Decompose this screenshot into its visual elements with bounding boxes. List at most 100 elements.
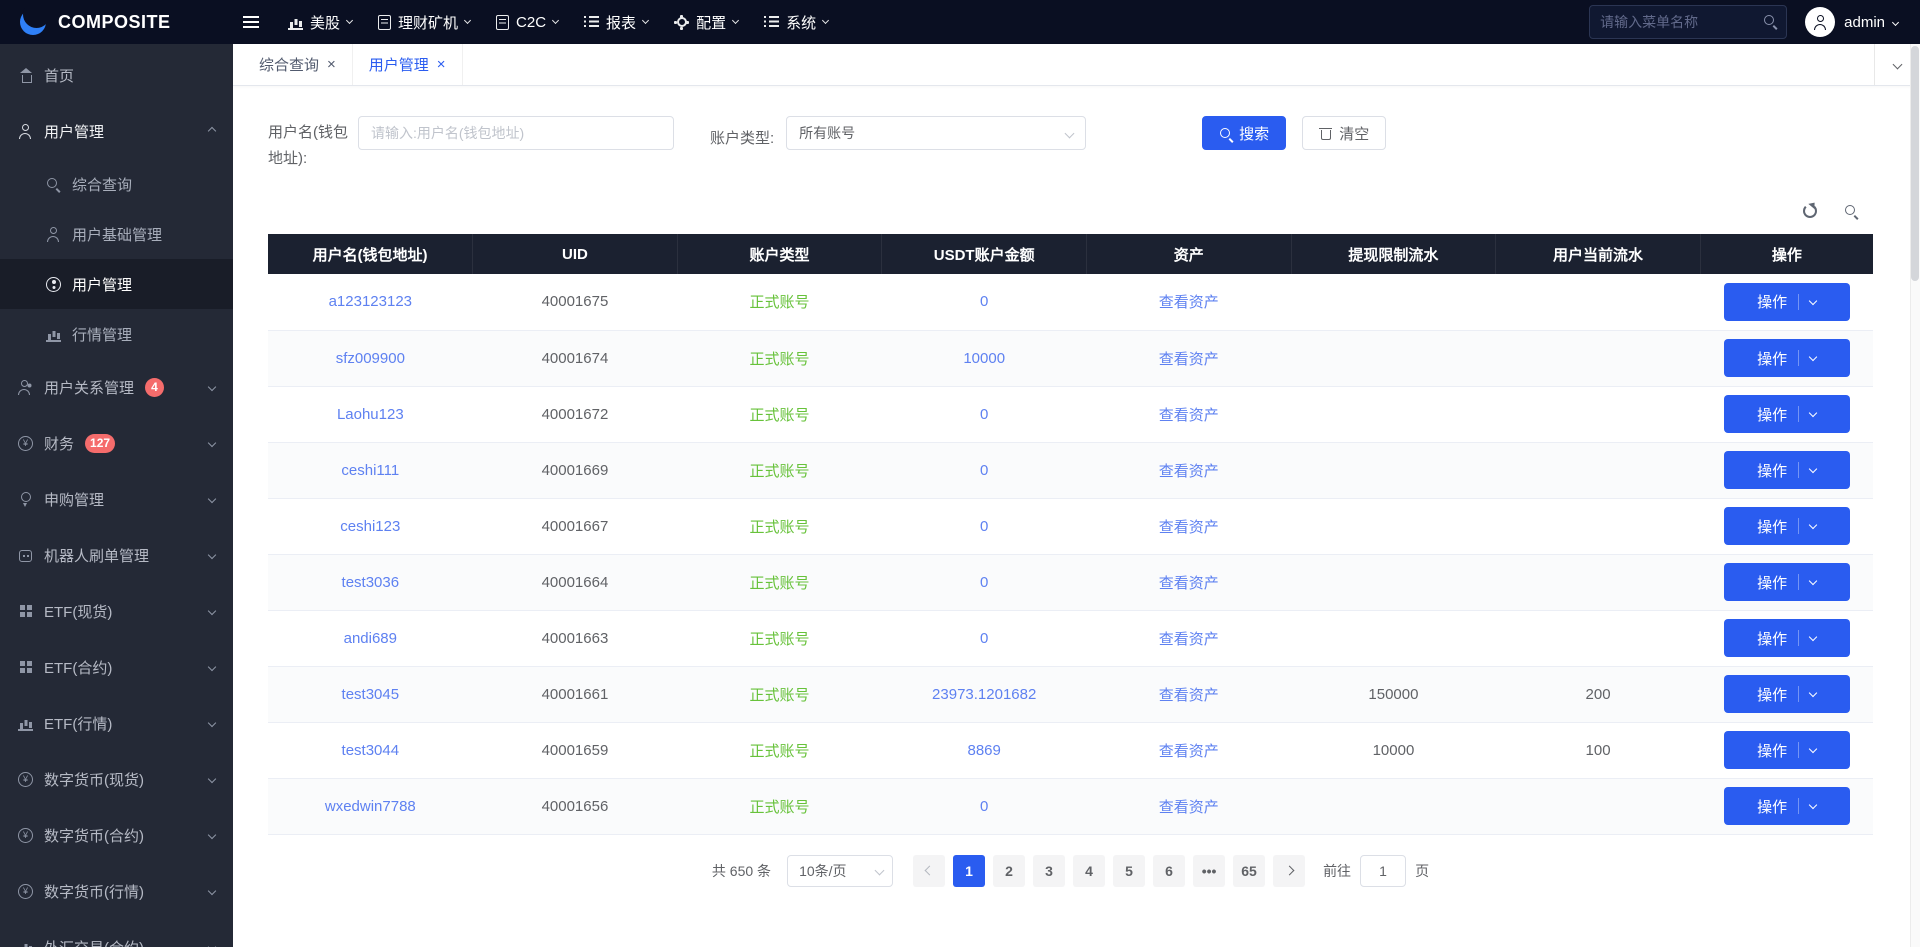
nav-item-system[interactable]: 系统 (751, 0, 841, 44)
usdt-balance-link[interactable]: 8869 (968, 742, 1001, 759)
sidebar-item[interactable]: 财务 127 (0, 415, 233, 471)
username-link[interactable]: sfz009900 (336, 350, 405, 367)
vertical-scrollbar[interactable] (1910, 44, 1920, 947)
nav-item-config[interactable]: 配置 (661, 0, 751, 44)
row-action-button[interactable]: 操作 (1724, 675, 1850, 713)
sidebar-item[interactable]: 申购管理 (0, 471, 233, 527)
uid-cell: 40001664 (542, 574, 609, 591)
usdt-balance-link[interactable]: 0 (980, 798, 988, 815)
account-type-cell: 正式账号 (750, 294, 810, 311)
user-menu[interactable]: admin (1844, 14, 1898, 31)
refresh-icon[interactable] (1802, 203, 1818, 219)
username-link[interactable]: test3045 (342, 686, 400, 703)
view-assets-link[interactable]: 查看资产 (1159, 575, 1219, 592)
chevron-down-icon (1809, 577, 1817, 585)
sidebar-item[interactable]: 外汇交易(合约) (0, 919, 233, 947)
view-assets-link[interactable]: 查看资产 (1159, 407, 1219, 424)
sidebar-item[interactable]: 数字货币(合约) (0, 807, 233, 863)
chevron-down-icon (1893, 60, 1903, 70)
prev-page-button[interactable] (913, 855, 945, 887)
sidebar-item[interactable]: 用户关系管理 4 (0, 359, 233, 415)
search-icon[interactable] (1763, 14, 1778, 29)
next-page-button[interactable] (1273, 855, 1305, 887)
close-icon[interactable]: × (327, 57, 336, 72)
tab[interactable]: 用户管理 × (353, 44, 463, 85)
usdt-balance-link[interactable]: 0 (980, 518, 988, 535)
username-link[interactable]: wxedwin7788 (325, 798, 416, 815)
username-link[interactable]: a123123123 (329, 293, 412, 310)
account-type-select[interactable]: 所有账号 (786, 116, 1086, 150)
sidebar-item[interactable]: 数字货币(现货) (0, 751, 233, 807)
sidebar-item[interactable]: 机器人刷单管理 (0, 527, 233, 583)
clear-button[interactable]: 清空 (1302, 116, 1386, 150)
search-icon (1219, 127, 1232, 140)
menu-search-input[interactable] (1589, 5, 1787, 39)
sidebar-item[interactable]: 用户管理 (0, 259, 233, 309)
sidebar-item[interactable]: 行情管理 (0, 309, 233, 359)
sidebar-item[interactable]: ETF(合约) (0, 639, 233, 695)
sidebar-item[interactable]: ETF(行情) (0, 695, 233, 751)
page-button[interactable]: 5 (1113, 855, 1145, 887)
usdt-balance-link[interactable]: 23973.1201682 (932, 686, 1036, 703)
username-link[interactable]: ceshi111 (341, 462, 399, 479)
nav-label: 配置 (696, 12, 726, 33)
page-button[interactable]: 6 (1153, 855, 1185, 887)
view-assets-link[interactable]: 查看资产 (1159, 294, 1219, 311)
avatar[interactable] (1805, 7, 1835, 37)
username-link[interactable]: ceshi123 (340, 518, 400, 535)
sidebar-item-label: 数字货币(合约) (44, 825, 144, 846)
row-action-button[interactable]: 操作 (1724, 451, 1850, 489)
page-size-select[interactable]: 10条/页 (787, 855, 893, 887)
sidebar-item[interactable]: 用户基础管理 (0, 209, 233, 259)
page-button[interactable]: 2 (993, 855, 1025, 887)
row-action-button[interactable]: 操作 (1724, 507, 1850, 545)
sidebar-item[interactable]: 数字货币(行情) (0, 863, 233, 919)
nav-item-c2c[interactable]: C2C (483, 0, 571, 44)
current-flow-cell: 200 (1586, 686, 1611, 703)
scrollbar-thumb[interactable] (1911, 46, 1919, 281)
view-assets-link[interactable]: 查看资产 (1159, 631, 1219, 648)
view-assets-link[interactable]: 查看资产 (1159, 519, 1219, 536)
row-action-button[interactable]: 操作 (1724, 787, 1850, 825)
usdt-balance-link[interactable]: 0 (980, 630, 988, 647)
goto-page-input[interactable] (1360, 855, 1406, 887)
row-action-button[interactable]: 操作 (1724, 563, 1850, 601)
page-button[interactable]: ••• (1193, 855, 1225, 887)
view-assets-link[interactable]: 查看资产 (1159, 743, 1219, 760)
nav-item-us-stocks[interactable]: 美股 (275, 0, 365, 44)
row-action-button[interactable]: 操作 (1724, 339, 1850, 377)
row-action-button[interactable]: 操作 (1724, 619, 1850, 657)
username-link[interactable]: test3044 (342, 742, 400, 759)
page-button[interactable]: 65 (1233, 855, 1265, 887)
username-link[interactable]: andi689 (344, 630, 397, 647)
row-action-button[interactable]: 操作 (1724, 395, 1850, 433)
nav-item-reports[interactable]: 报表 (571, 0, 661, 44)
tab[interactable]: 综合查询 × (243, 44, 353, 85)
sidebar-item[interactable]: 用户管理 (0, 103, 233, 159)
usdt-balance-link[interactable]: 0 (980, 293, 988, 310)
usdt-balance-link[interactable]: 0 (980, 574, 988, 591)
sidebar-item[interactable]: 综合查询 (0, 159, 233, 209)
nav-item-mining[interactable]: 理财矿机 (365, 0, 483, 44)
view-assets-link[interactable]: 查看资产 (1159, 687, 1219, 704)
view-assets-link[interactable]: 查看资产 (1159, 351, 1219, 368)
close-icon[interactable]: × (437, 57, 446, 72)
usdt-balance-link[interactable]: 0 (980, 462, 988, 479)
collapse-sidebar-button[interactable] (243, 16, 259, 28)
search-button[interactable]: 搜索 (1202, 116, 1286, 150)
usdt-balance-link[interactable]: 10000 (963, 350, 1005, 367)
row-action-button[interactable]: 操作 (1724, 731, 1850, 769)
view-assets-link[interactable]: 查看资产 (1159, 799, 1219, 816)
username-link[interactable]: Laohu123 (337, 406, 404, 423)
page-button[interactable]: 4 (1073, 855, 1105, 887)
column-search-icon[interactable] (1844, 204, 1859, 219)
row-action-button[interactable]: 操作 (1724, 283, 1850, 321)
username-link[interactable]: test3036 (342, 574, 400, 591)
page-button[interactable]: 1 (953, 855, 985, 887)
page-button[interactable]: 3 (1033, 855, 1065, 887)
username-filter-input[interactable] (358, 116, 674, 150)
usdt-balance-link[interactable]: 0 (980, 406, 988, 423)
view-assets-link[interactable]: 查看资产 (1159, 463, 1219, 480)
sidebar-item[interactable]: ETF(现货) (0, 583, 233, 639)
sidebar-item[interactable]: 首页 (0, 47, 233, 103)
